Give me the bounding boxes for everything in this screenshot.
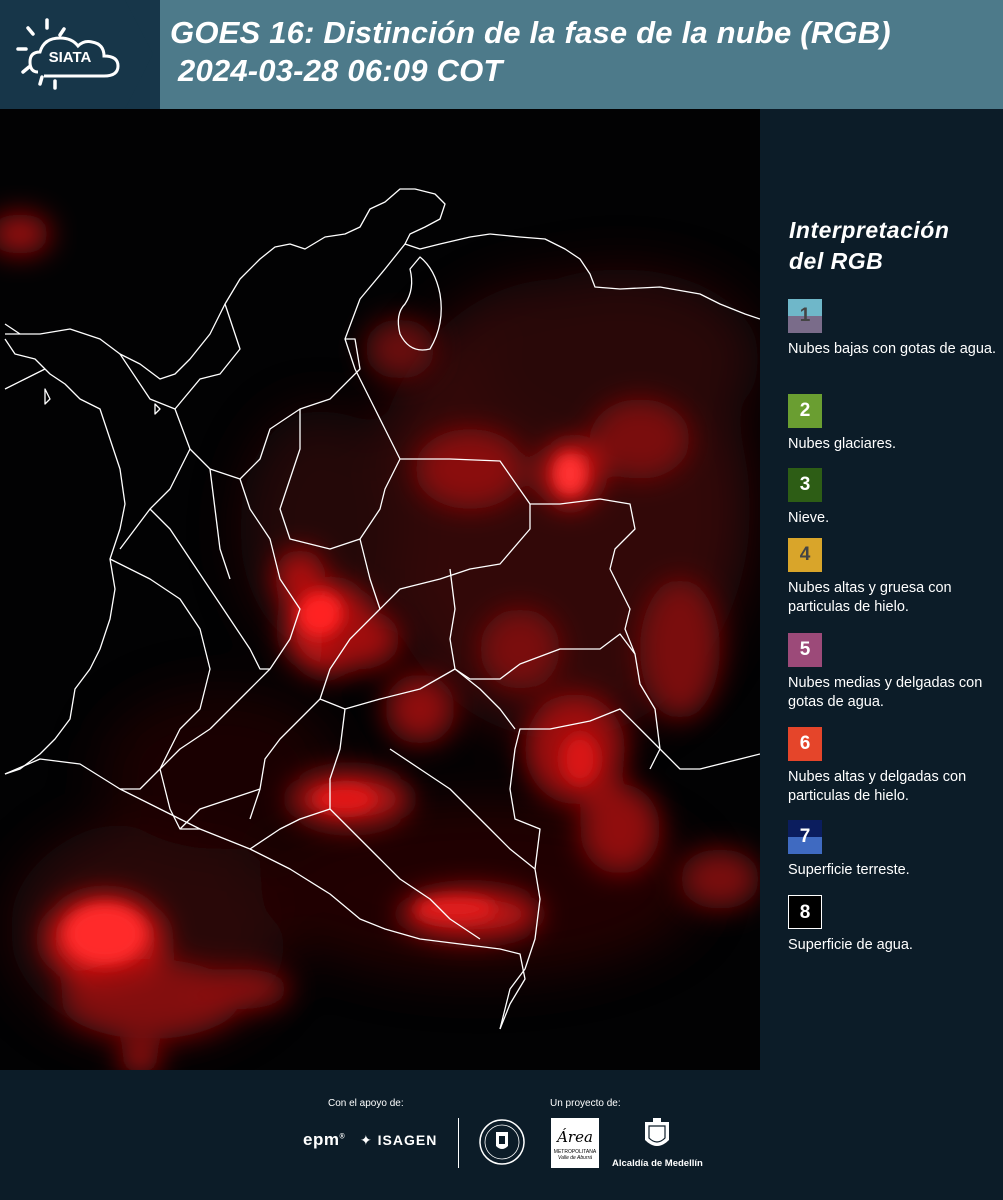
legend-label-6: Nubes altas y delgadas con particulas de…: [788, 769, 967, 804]
footer-divider: [458, 1118, 459, 1168]
legend-item-2: 2 Nubes glaciares.: [788, 394, 998, 454]
legend-swatch-1: 1: [788, 299, 822, 333]
legend-label-2: Nubes glaciares.: [788, 436, 896, 452]
area-metropolitana-logo: Área METROPOLITANA Valle de Aburrá: [551, 1118, 599, 1168]
alcaldia-shield-icon: [643, 1118, 671, 1154]
legend-item-6: 6 Nubes altas y delgadas con particulas …: [788, 727, 998, 806]
legend-label-5: Nubes medias y delgadas con gotas de agu…: [788, 675, 983, 710]
legend-label-7: Superficie terreste.: [788, 862, 910, 878]
satellite-map: [0, 109, 760, 1070]
support-label: Con el apoyo de:: [328, 1098, 404, 1109]
alcaldia-label: Alcaldía de Medellín: [612, 1158, 703, 1169]
header-bar: SIATA GOES 16: Distinción de la fase de …: [0, 0, 1003, 109]
legend-item-8: 8 Superficie de agua.: [788, 895, 998, 955]
legend-swatch-4: 4: [788, 538, 822, 572]
area-name: Área: [557, 1128, 593, 1146]
legend-label-8: Superficie de agua.: [788, 937, 913, 953]
page-title: GOES 16: Distinción de la fase de la nub…: [170, 14, 891, 90]
legend-swatch-7: 7: [788, 820, 822, 854]
title-timestamp: 2024-03-28 06:09 COT: [178, 53, 503, 88]
legend-item-7: 7 Superficie terreste.: [788, 820, 998, 880]
epm-logo: epm®: [303, 1130, 346, 1149]
siata-logo: SIATA: [0, 0, 160, 109]
project-label: Un proyecto de:: [550, 1098, 621, 1109]
legend-swatch-3: 3: [788, 468, 822, 502]
isagen-logo: ✦ ISAGEN: [360, 1132, 437, 1149]
epm-text: epm: [303, 1130, 340, 1149]
area-subtitle2: Valle de Aburrá: [557, 1155, 593, 1161]
legend-item-1: 1 Nubes bajas con gotas de agua.: [788, 299, 998, 359]
legend-swatch-5: 5: [788, 633, 822, 667]
legend-label-3: Nieve.: [788, 510, 830, 526]
isagen-icon: ✦: [360, 1132, 373, 1148]
legend-title-line1: Interpretación: [789, 217, 950, 243]
legend-item-4: 4 Nubes altas y gruesa con particulas de…: [788, 538, 998, 617]
legend-swatch-2: 2: [788, 394, 822, 428]
legend-label-4: Nubes altas y gruesa con particulas de h…: [788, 580, 952, 615]
legend-swatch-8: 8: [788, 895, 822, 929]
legend-item-5: 5 Nubes medias y delgadas con gotas de a…: [788, 633, 998, 712]
rgb-legend: Interpretación del RGB 1 Nubes bajas con…: [760, 109, 1003, 1070]
legend-swatch-6: 6: [788, 727, 822, 761]
legend-title: Interpretación del RGB: [789, 215, 949, 277]
isagen-text: ISAGEN: [377, 1132, 438, 1148]
legend-item-3: 3 Nieve.: [788, 468, 998, 528]
legend-label-1: Nubes bajas con gotas de agua.: [788, 341, 996, 357]
legend-title-line2: del RGB: [789, 248, 884, 274]
title-product: GOES 16: Distinción de la fase de la nub…: [170, 15, 891, 50]
logo-text: SIATA: [49, 49, 92, 66]
footer: Con el apoyo de: Un proyecto de: epm® ✦ …: [0, 1070, 1003, 1200]
gobernacion-seal-icon: [478, 1118, 526, 1166]
